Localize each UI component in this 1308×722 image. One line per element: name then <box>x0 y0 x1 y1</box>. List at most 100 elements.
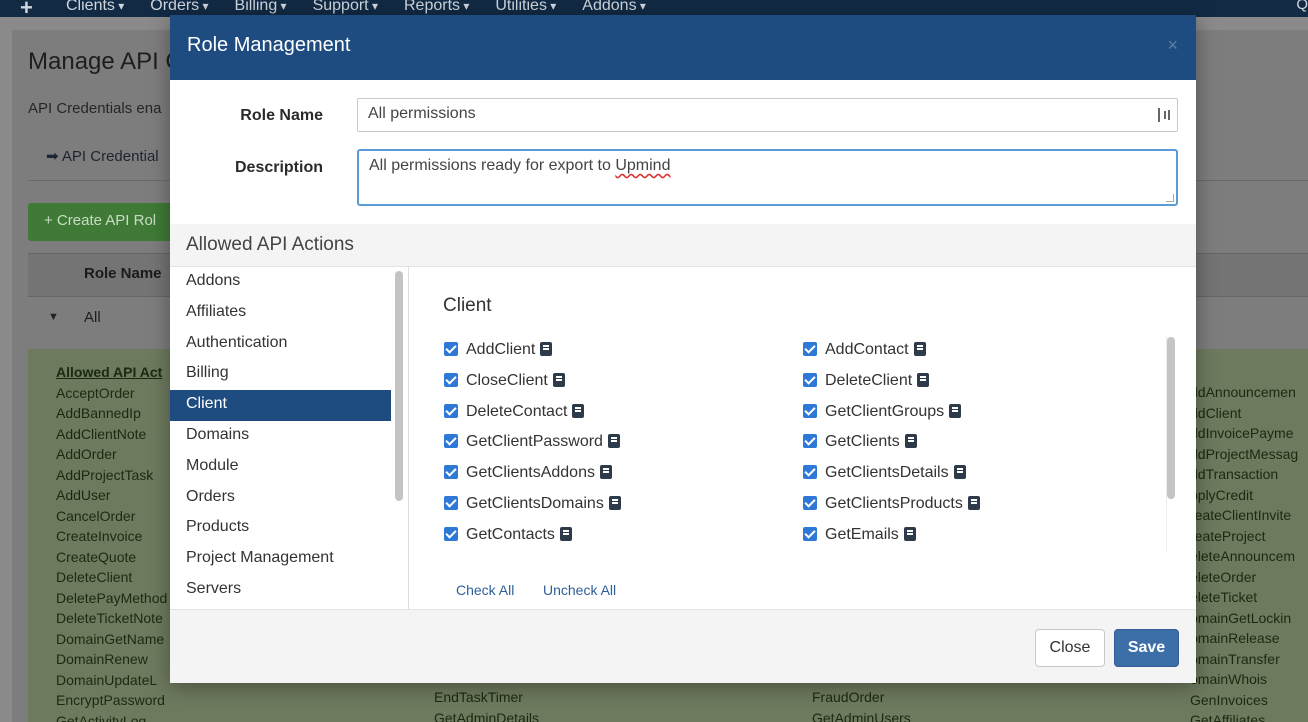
action-checkbox-item[interactable]: DeleteContact <box>444 403 585 421</box>
checkbox-checked[interactable] <box>444 342 458 356</box>
action-checkbox-item[interactable]: AddContact <box>803 341 926 359</box>
allowed-action-text: GetActivityLog <box>56 712 147 722</box>
action-checkbox-item[interactable]: GetClientGroups <box>803 402 962 421</box>
actions-scrollbar[interactable] <box>1167 337 1175 499</box>
category-item-addons[interactable]: Addons <box>170 267 391 298</box>
action-checkbox-item[interactable]: GetClientsDomains <box>444 495 621 513</box>
action-checkbox-item[interactable]: GetClientPassword <box>444 433 620 451</box>
action-label: GetClients <box>825 433 900 451</box>
checkbox-checked[interactable] <box>444 403 458 418</box>
documentation-book-icon[interactable] <box>552 372 565 387</box>
category-item-project-management[interactable]: Project Management <box>170 544 391 575</box>
resize-handle-icon[interactable] <box>1166 194 1174 202</box>
documentation-book-icon[interactable] <box>903 526 916 541</box>
category-item-billing[interactable]: Billing <box>170 359 391 390</box>
nav-item[interactable]: Addons <box>582 0 646 15</box>
role-name-cell: All <box>84 309 101 326</box>
action-label: GetClientsAddons <box>466 464 595 482</box>
checkbox-checked[interactable] <box>803 526 817 541</box>
checkbox-checked[interactable] <box>444 372 458 387</box>
documentation-book-icon[interactable] <box>953 465 966 480</box>
documentation-book-icon[interactable] <box>917 372 930 387</box>
tab-divider-right <box>1196 180 1308 181</box>
documentation-book-icon[interactable] <box>540 342 553 356</box>
action-checkbox-item[interactable]: GetClients <box>803 433 917 451</box>
tab-api-credentials[interactable]: ➡︎ API Credential <box>46 147 159 165</box>
password-manager-icon[interactable] <box>1157 106 1171 124</box>
category-item-module[interactable]: Module <box>170 452 391 483</box>
close-icon[interactable]: × <box>1167 35 1178 56</box>
documentation-book-icon[interactable] <box>572 403 585 418</box>
category-scrollbar[interactable] <box>395 271 403 501</box>
action-checkbox-item[interactable]: GetClientsProducts <box>803 495 980 513</box>
action-label: GetClientsDomains <box>466 495 604 512</box>
documentation-book-icon[interactable] <box>608 496 621 510</box>
create-api-role-button[interactable]: + Create API Rol <box>28 203 170 241</box>
category-item-products[interactable]: Products <box>170 513 391 544</box>
documentation-book-icon[interactable] <box>607 434 620 449</box>
checkbox-checked[interactable] <box>444 434 458 449</box>
close-button[interactable]: Close <box>1035 629 1105 667</box>
category-item-affiliates[interactable]: Affiliates <box>170 298 391 329</box>
documentation-book-icon[interactable] <box>913 342 926 356</box>
documentation-book-icon[interactable] <box>599 465 612 480</box>
category-item-domains[interactable]: Domains <box>170 421 391 452</box>
tab-api-credentials-label: API Credential <box>61 148 159 165</box>
checkbox-checked[interactable] <box>803 496 817 510</box>
check-all-link[interactable]: Check All <box>456 582 514 598</box>
checkbox-checked[interactable] <box>444 465 458 480</box>
dialog-header: Role Management × <box>170 15 1196 80</box>
plus-icon[interactable]: + <box>20 0 33 21</box>
search-icon[interactable]: Q <box>1296 0 1308 13</box>
nav-item[interactable]: Utilities <box>495 0 556 15</box>
allowed-api-actions-section: Allowed API Actions <box>170 224 1196 267</box>
nav-item[interactable]: Clients <box>66 0 124 15</box>
category-item-orders[interactable]: Orders <box>170 483 391 514</box>
table-row[interactable]: ▼ All <box>28 297 170 349</box>
category-item-client[interactable]: Client <box>170 390 391 421</box>
checkbox-checked[interactable] <box>803 342 817 356</box>
checkbox-checked[interactable] <box>803 434 817 449</box>
category-item-servers[interactable]: Servers <box>170 575 391 606</box>
allowed-action-text: CancelOrder <box>56 507 136 524</box>
action-label: GetClientGroups <box>825 402 945 420</box>
action-checkbox-item[interactable]: CloseClient <box>444 372 565 390</box>
action-checkbox-item[interactable]: AddClient <box>444 341 553 359</box>
allowed-action-text: CreateQuote <box>56 548 137 565</box>
nav-item[interactable]: Reports <box>404 0 469 15</box>
allowed-action-text: DomainRenew <box>56 651 148 667</box>
actions-group-title: Client <box>443 295 492 316</box>
nav-item[interactable]: Support <box>313 0 378 15</box>
page-title: Manage API C <box>28 48 183 75</box>
category-item-authentication[interactable]: Authentication <box>170 329 391 360</box>
nav-item[interactable]: Billing <box>235 0 287 15</box>
documentation-book-icon[interactable] <box>559 526 572 541</box>
allowed-action-text: EncryptPassword <box>56 692 165 708</box>
action-checkbox-item[interactable]: GetClientsDetails <box>803 464 966 482</box>
save-button[interactable]: Save <box>1114 629 1179 667</box>
action-text: GetAdminUsers <box>812 710 911 722</box>
checkbox-checked[interactable] <box>803 403 817 418</box>
category-list: Addons Affiliates Authentication Billing Cli… <box>170 267 391 609</box>
documentation-book-icon[interactable] <box>904 434 917 449</box>
checkbox-checked[interactable] <box>444 526 458 541</box>
checkbox-checked[interactable] <box>803 465 817 480</box>
documentation-book-icon[interactable] <box>967 496 980 510</box>
action-checkbox-item[interactable]: GetEmails <box>803 526 916 544</box>
checkbox-checked[interactable] <box>803 372 817 387</box>
action-checkbox-item[interactable]: GetContacts <box>444 526 572 544</box>
action-text: FraudOrder <box>812 689 885 705</box>
checkbox-checked[interactable] <box>444 496 458 510</box>
page-description: API Credentials ena <box>28 100 162 117</box>
allowed-action-text: AddClientNote <box>56 425 147 442</box>
nav-item[interactable]: Orders <box>150 0 208 15</box>
action-checkbox-item[interactable]: GetClientsAddons <box>444 464 612 482</box>
action-checkbox-item[interactable]: DeleteClient <box>803 372 930 390</box>
description-textarea[interactable]: All permissions ready for export to Upmi… <box>357 149 1178 206</box>
caret-down-icon[interactable]: ▼ <box>48 311 59 323</box>
documentation-book-icon[interactable] <box>949 403 962 418</box>
uncheck-all-link[interactable]: Uncheck All <box>543 582 616 598</box>
role-name-input[interactable]: All permissions <box>357 98 1178 132</box>
allowed-action-text: GetAffiliates <box>1190 712 1266 722</box>
nav-menu: Clients Orders Billing Support Reports Utilit… <box>66 0 646 15</box>
